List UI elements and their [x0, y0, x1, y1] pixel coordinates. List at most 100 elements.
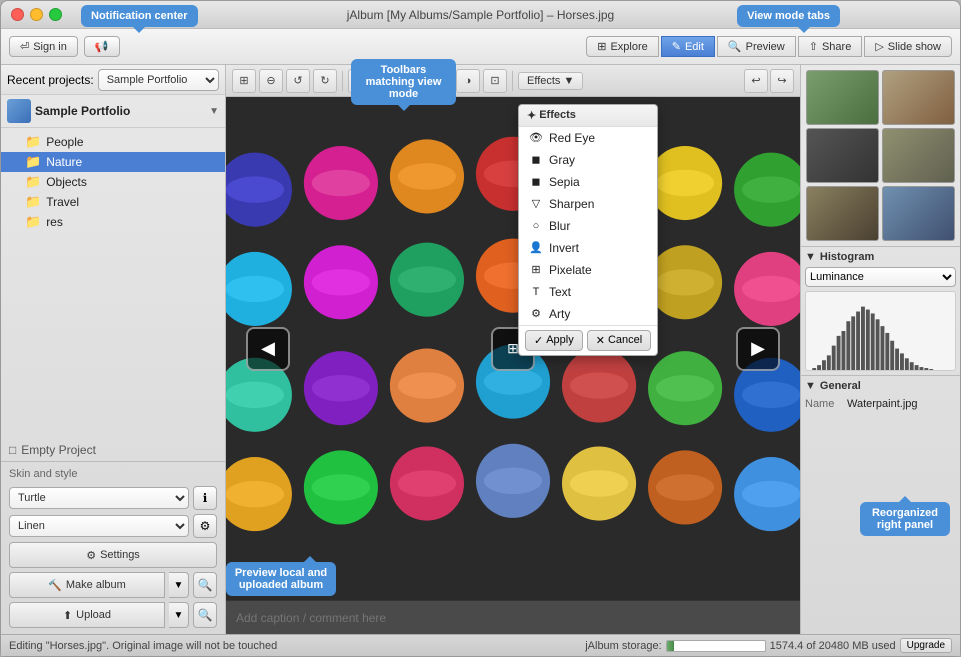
thumbnail-2[interactable] — [882, 70, 955, 125]
frame-btn[interactable]: ▭ — [375, 69, 399, 93]
prev-image-button[interactable]: ◀ — [246, 327, 290, 371]
window-title: jAlbum [My Albums/Sample Portfolio] – Ho… — [347, 8, 614, 22]
notification-button[interactable]: 📢 — [84, 36, 120, 57]
project-thumbnail — [7, 99, 31, 123]
tree-item-travel[interactable]: 📁 Travel — [1, 192, 225, 212]
arty-icon: ⚙ — [529, 307, 543, 320]
preview-local-tooltip: Preview local and uploaded album — [226, 562, 336, 596]
settings-row: ⚙ Settings — [9, 542, 217, 568]
rotate-left-btn[interactable]: ↺ — [286, 69, 310, 93]
style-select[interactable]: Linen — [9, 515, 189, 537]
redo-button[interactable]: ↪ — [770, 69, 794, 93]
statusbar: Editing "Horses.jpg". Original image wil… — [1, 634, 960, 656]
zoom-out-btn[interactable]: ⊖ — [259, 69, 283, 93]
left-sidebar: Recent projects: Sample Portfolio Sample… — [1, 65, 226, 634]
invert-icon: 👤 — [529, 241, 543, 254]
tree-item-res[interactable]: 📁 res — [1, 212, 225, 232]
recent-projects-bar: Recent projects: Sample Portfolio — [1, 65, 225, 95]
storage-label: jAlbum storage: — [585, 640, 661, 652]
sepia-icon: ◼ — [529, 175, 543, 188]
thumbnail-4[interactable] — [882, 128, 955, 183]
recent-projects-select[interactable]: Sample Portfolio — [98, 69, 219, 91]
brightness-btn[interactable]: ◑ — [456, 69, 480, 93]
pixelate-icon: ⊞ — [529, 263, 543, 276]
flip-btn[interactable]: ⇄ — [402, 69, 426, 93]
tree-item-people[interactable]: 📁 People — [1, 132, 225, 152]
empty-project-item[interactable]: □ Empty Project — [1, 439, 225, 461]
project-tree: 📁 People 📁 Nature 📁 Objects 📁 Travel 📁 — [1, 128, 225, 439]
skin-select[interactable]: Turtle — [9, 487, 189, 509]
thumbnail-3[interactable] — [806, 128, 879, 183]
close-button[interactable] — [11, 8, 24, 21]
resize-btn[interactable]: ⊡ — [483, 69, 507, 93]
effect-text[interactable]: T Text — [519, 281, 657, 303]
effect-arty[interactable]: ⚙ Arty — [519, 303, 657, 325]
edit-icon: ✎ — [672, 40, 681, 53]
text-icon: T — [529, 286, 543, 298]
upload-button[interactable]: ⬆ Upload — [9, 602, 165, 628]
project-expand-icon[interactable]: ▼ — [209, 106, 219, 117]
make-album-button[interactable]: 🔨 Make album — [9, 572, 165, 598]
thumbnail-5[interactable] — [806, 186, 879, 241]
effects-button[interactable]: Effects ▼ — [518, 72, 583, 90]
skin-info-button[interactable]: ℹ — [193, 486, 217, 510]
adjust-btn[interactable]: ✦ — [429, 69, 453, 93]
make-album-arrow[interactable]: ▼ — [169, 572, 189, 598]
empty-project-icon: □ — [9, 443, 16, 457]
effects-dropdown: ✦ Effects 👁 Red Eye ◼ Gray ◼ — [518, 104, 658, 356]
caption-input[interactable] — [236, 611, 790, 625]
effect-blur[interactable]: ○ Blur — [519, 215, 657, 237]
effects-actions: ✓ Apply ✕ Cancel — [519, 325, 657, 355]
effect-sepia[interactable]: ◼ Sepia — [519, 171, 657, 193]
tab-preview[interactable]: 🔍 Preview — [717, 36, 796, 57]
tab-edit[interactable]: ✎ Edit — [661, 36, 715, 57]
slideshow-icon: ▷ — [875, 40, 883, 53]
separator-2 — [512, 71, 513, 91]
tab-explore[interactable]: ⊞ Explore — [586, 36, 659, 57]
effect-red-eye[interactable]: 👁 Red Eye — [519, 127, 657, 149]
effect-invert[interactable]: 👤 Invert — [519, 237, 657, 259]
effects-wrapper: Effects ▼ ✦ Effects 👁 Red Eye — [518, 72, 583, 90]
share-icon: ⇧ — [809, 40, 818, 53]
style-settings-button[interactable]: ⚙ — [193, 514, 217, 538]
upload-icon: ⬆ — [63, 609, 72, 622]
crop-btn[interactable]: ⊡ — [348, 69, 372, 93]
tree-item-nature[interactable]: 📁 Nature — [1, 152, 225, 172]
general-header[interactable]: ▼ General — [805, 380, 956, 392]
thumbnail-grid — [801, 65, 960, 246]
maximize-button[interactable] — [49, 8, 62, 21]
rotate-right-btn[interactable]: ↻ — [313, 69, 337, 93]
undo-button[interactable]: ↩ — [744, 69, 768, 93]
upload-arrow[interactable]: ▼ — [169, 602, 189, 628]
cancel-button[interactable]: ✕ Cancel — [587, 330, 651, 351]
preview-icon: 🔍 — [728, 40, 742, 53]
minimize-button[interactable] — [30, 8, 43, 21]
effect-pixelate[interactable]: ⊞ Pixelate — [519, 259, 657, 281]
preview-album-button[interactable]: 🔍 — [193, 572, 217, 598]
thumbnail-1[interactable] — [806, 70, 879, 125]
editing-status: Editing "Horses.jpg". Original image wil… — [9, 640, 277, 652]
name-value: Waterpaint.jpg — [847, 398, 918, 410]
caption-bar — [226, 600, 800, 634]
settings-button[interactable]: ⚙ Settings — [9, 542, 217, 568]
apply-button[interactable]: ✓ Apply — [525, 330, 583, 351]
effect-gray[interactable]: ◼ Gray — [519, 149, 657, 171]
next-image-button[interactable]: ▶ — [736, 327, 780, 371]
luminance-select[interactable]: Luminance Red Green Blue — [805, 267, 956, 287]
storage-badge: jAlbum storage: 1574.4 of 20480 MB used … — [585, 638, 952, 653]
recent-label: Recent projects: — [7, 73, 94, 87]
signin-button[interactable]: ⏎ Sign in — [9, 36, 78, 57]
tab-slideshow[interactable]: ▷ Slide show — [864, 36, 952, 57]
preview-upload-button[interactable]: 🔍 — [193, 602, 217, 628]
right-panel: ▼ Histogram Luminance Red Green Blue — [800, 65, 960, 634]
grid-view-btn[interactable]: ⊞ — [232, 69, 256, 93]
histogram-header[interactable]: ▼ Histogram — [805, 251, 956, 263]
tree-item-objects[interactable]: 📁 Objects — [1, 172, 225, 192]
upgrade-button[interactable]: Upgrade — [900, 638, 952, 653]
effect-sharpen[interactable]: ▽ Sharpen — [519, 193, 657, 215]
general-collapse-icon: ▼ — [805, 380, 816, 392]
sharpen-icon: ▽ — [529, 197, 543, 210]
window-controls — [11, 8, 62, 21]
thumbnail-6[interactable] — [882, 186, 955, 241]
tab-share[interactable]: ⇧ Share — [798, 36, 863, 57]
